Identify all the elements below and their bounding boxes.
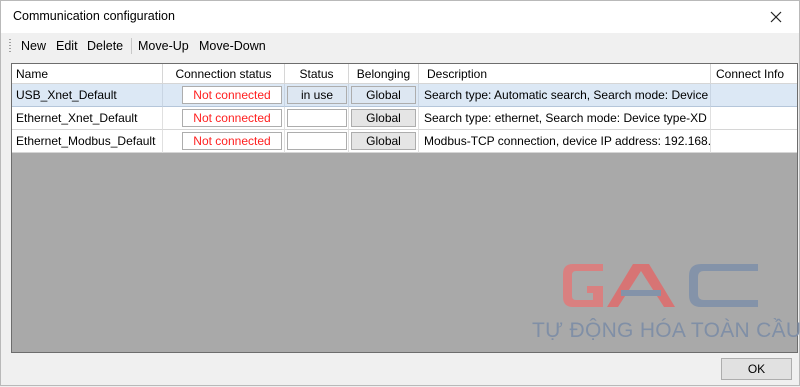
- table-row[interactable]: Ethernet_Xnet_Default Not connected Glob…: [12, 107, 797, 130]
- status-field[interactable]: [287, 132, 347, 150]
- cell-status: [285, 107, 349, 130]
- cell-connection-status: Not connected: [163, 84, 285, 107]
- cell-description: Search type: Automatic search, Search mo…: [419, 84, 711, 107]
- cell-connection-status: Not connected: [163, 107, 285, 130]
- close-icon: [770, 11, 782, 23]
- connection-status-field[interactable]: Not connected: [182, 86, 282, 104]
- toolbar: New Edit Delete Move-Up Move-Down: [1, 34, 799, 58]
- cell-name: Ethernet_Xnet_Default: [12, 107, 163, 130]
- cell-connect-info: [711, 107, 797, 130]
- ok-button[interactable]: OK: [721, 358, 792, 380]
- connection-status-field[interactable]: Not connected: [182, 109, 282, 127]
- cell-belonging: Global: [349, 84, 419, 107]
- cell-status: in use: [285, 84, 349, 107]
- table-row[interactable]: Ethernet_Modbus_Default Not connected Gl…: [12, 130, 797, 153]
- close-button[interactable]: [753, 1, 799, 33]
- column-header-belonging[interactable]: Belonging: [349, 64, 419, 84]
- column-header-connect-info[interactable]: Connect Info: [711, 64, 797, 84]
- cell-belonging: Global: [349, 107, 419, 130]
- belonging-button[interactable]: Global: [351, 86, 416, 104]
- cell-name: USB_Xnet_Default: [12, 84, 163, 107]
- table-header: Name Connection status Status Belonging …: [12, 64, 797, 84]
- column-header-status[interactable]: Status: [285, 64, 349, 84]
- connection-status-field[interactable]: Not connected: [182, 132, 282, 150]
- edit-button[interactable]: Edit: [56, 39, 78, 53]
- toolbar-separator: [131, 38, 132, 54]
- cell-name: Ethernet_Modbus_Default: [12, 130, 163, 153]
- delete-button[interactable]: Delete: [87, 39, 123, 53]
- cell-belonging: Global: [349, 130, 419, 153]
- connections-table[interactable]: Name Connection status Status Belonging …: [11, 63, 798, 353]
- table-row[interactable]: USB_Xnet_Default Not connected in use Gl…: [12, 84, 797, 107]
- title-bar: Communication configuration: [1, 1, 799, 33]
- new-button[interactable]: New: [21, 39, 46, 53]
- column-header-connection-status[interactable]: Connection status: [163, 64, 285, 84]
- cell-connection-status: Not connected: [163, 130, 285, 153]
- move-up-button[interactable]: Move-Up: [138, 39, 189, 53]
- column-header-description[interactable]: Description: [419, 64, 711, 84]
- watermark-tagline: TỰ ĐỘNG HÓA TOÀN CẦU: [532, 319, 800, 342]
- window-title: Communication configuration: [13, 9, 175, 23]
- belonging-button[interactable]: Global: [351, 109, 416, 127]
- move-down-button[interactable]: Move-Down: [199, 39, 266, 53]
- communication-configuration-dialog: Communication configuration New Edit Del…: [0, 0, 800, 386]
- cell-description: Search type: ethernet, Search mode: Devi…: [419, 107, 711, 130]
- cell-connect-info: [711, 84, 797, 107]
- toolbar-grip-icon[interactable]: [9, 39, 11, 53]
- belonging-button[interactable]: Global: [351, 132, 416, 150]
- status-field[interactable]: in use: [287, 86, 347, 104]
- status-field[interactable]: [287, 109, 347, 127]
- cell-status: [285, 130, 349, 153]
- column-header-name[interactable]: Name: [12, 64, 163, 84]
- cell-connect-info: [711, 130, 797, 153]
- cell-description: Modbus-TCP connection, device IP address…: [419, 130, 711, 153]
